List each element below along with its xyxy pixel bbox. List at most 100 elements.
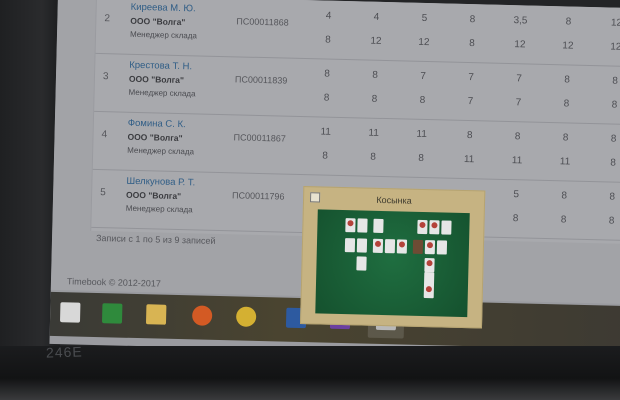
hours-cells: 8 8 7 7 7 8 8 8 8 8 7 7 8 8 [314,62,620,120]
hours-value: 12 [610,41,620,53]
hours-value: 8 [514,131,521,143]
hours-value: 7 [468,72,474,84]
hours-value: 8 [419,94,426,107]
hours-value: 12 [610,17,620,29]
hours-value: 5 [421,12,428,25]
playing-card [429,220,440,235]
hours-value: 8 [611,99,618,111]
playing-card [384,239,396,254]
hours-value [408,187,432,188]
hours-value: 11 [416,128,427,141]
taskbar-button[interactable] [228,300,265,335]
monitor-bottom-bezel [0,346,620,400]
employee-code: ПС00011868 [236,16,289,28]
employee-role: Менеджер склада [125,203,193,215]
playing-card [412,239,424,254]
hours-value: 8 [564,74,570,86]
hours-value: 5 [513,189,520,201]
hours-value: 8 [608,215,615,227]
hours-cells: 11 11 11 8 8 8 8 8 8 8 11 11 11 8 [313,120,620,178]
screen: 2 Киреева М. Ю. ООО "Волга" Менеджер склада… [49,0,620,359]
playing-card [344,238,356,253]
file-explorer-icon [145,304,167,325]
hours-value: 8 [325,34,331,46]
copyright-text: Timebook © 2012-2017 [66,276,161,289]
row-number: 5 [100,187,106,199]
hours-value: 3,5 [513,15,528,27]
taskbar-button[interactable] [52,296,89,331]
hours-value: 8 [372,69,379,81]
playing-card [357,218,368,233]
hours-value: 4 [325,10,332,22]
hours-value: 12 [370,35,382,47]
hours-value: 8 [466,130,473,142]
row-number: 4 [101,129,108,141]
taskbar-button[interactable] [138,298,175,333]
playing-card [424,240,436,255]
playing-card [417,219,428,235]
hours-value: 11 [511,155,523,167]
hours-value: 11 [463,153,475,166]
hours-value: 8 [612,75,618,87]
hours-value: 8 [562,132,569,144]
hours-value: 12 [562,40,574,52]
employee-code: ПС00011867 [233,132,287,144]
employee-name-link[interactable]: Фомина С. К. [128,118,186,130]
row-number: 3 [102,71,109,83]
preview-title: Косынка [376,194,412,206]
hours-value: 8 [323,92,330,104]
hours-value: 7 [420,70,427,83]
playing-card [423,284,435,299]
playing-card [373,218,384,234]
hours-value: 8 [561,190,568,202]
playing-card [441,220,452,235]
hours-value: 11 [368,127,380,139]
employee-organization: ООО "Волга" [128,73,185,86]
playing-card [424,258,435,273]
hours-value: 8 [560,214,567,226]
hours-value: 7 [515,97,522,109]
hours-value: 8 [468,38,475,50]
hours-value: 7 [467,96,474,108]
monitor-model-label: 246E [45,343,83,361]
hours-value: 8 [371,93,378,105]
playing-card [356,238,368,253]
windows-start-icon [59,302,81,323]
chrome-icon [235,306,257,327]
hours-value: 8 [322,150,329,162]
solitaire-window-preview[interactable]: Косынка [300,186,486,329]
hours-value [312,184,336,185]
playing-card [436,240,448,255]
hours-value: 8 [565,16,572,28]
taskbar-button[interactable] [184,299,221,334]
hours-value: 7 [516,73,522,85]
hours-value: 12 [514,39,526,51]
employee-role: Менеджер склада [129,29,197,41]
employee-name-link[interactable]: Шелкунова Р. Т. [126,176,195,189]
hours-value: 8 [370,151,377,163]
solitaire-thumbnail [315,209,470,318]
hours-value: 11 [559,156,571,168]
playing-card [396,239,408,254]
hours-value: 4 [373,11,380,23]
employee-organization: ООО "Волга" [127,131,183,144]
employee-name-link[interactable]: Киреева М. Ю. [131,2,196,15]
hours-value: 8 [609,191,616,203]
hours-value: 8 [610,157,616,169]
hours-value [360,185,384,186]
hours-cells: 4 4 5 8 3,5 8 12 8 12 12 8 12 12 12 [316,4,620,62]
playing-card [356,256,367,271]
browser-icon [191,305,213,326]
row-number: 2 [104,13,111,25]
store-icon [101,303,123,324]
hours-value [456,188,480,189]
hours-value: 8 [418,152,425,164]
taskbar-button[interactable] [94,297,131,332]
playing-card [345,218,356,233]
hours-value: 12 [418,36,430,49]
employee-role: Менеджер склада [128,87,196,99]
employee-name-link[interactable]: Крестова Т. Н. [129,60,192,73]
hours-value: 8 [563,98,570,110]
employee-organization: ООО "Волга" [130,15,186,28]
hours-value: 8 [512,213,519,225]
